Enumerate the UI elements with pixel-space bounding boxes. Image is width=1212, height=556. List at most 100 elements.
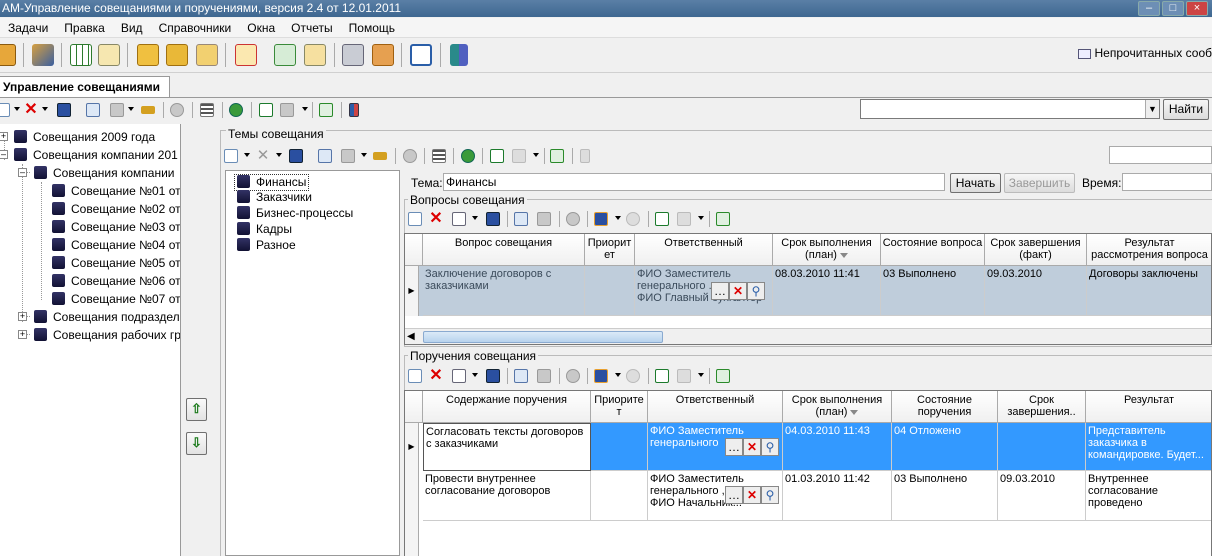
start-button[interactable]: Начать (950, 173, 1001, 193)
grid-corner[interactable] (405, 391, 423, 423)
minimize-button[interactable]: – (1138, 1, 1160, 16)
col-question[interactable]: Вопрос совещания (423, 234, 585, 266)
col-content[interactable]: Содержание поручения (423, 391, 591, 423)
move-up-button[interactable]: ⇧ (186, 398, 207, 421)
col-plan-date[interactable]: Срок выполнения (план) (773, 234, 881, 266)
paste-icon[interactable] (110, 103, 124, 117)
tree-node[interactable]: Совещание №02 от (52, 200, 180, 218)
paste-icon[interactable] (341, 149, 355, 163)
save-as-icon[interactable] (594, 212, 608, 226)
refresh-icon[interactable] (319, 103, 333, 117)
unread-messages[interactable]: Непрочитанных сооб (1077, 46, 1212, 60)
excel-icon[interactable] (259, 103, 273, 117)
tree-node[interactable]: Совещание №01 от (52, 182, 180, 200)
list-icon[interactable] (432, 149, 446, 163)
close-button[interactable]: × (1186, 1, 1208, 16)
exit-door-icon[interactable] (450, 44, 468, 66)
row-indicator[interactable]: ▶ (405, 423, 419, 471)
save-icon[interactable] (486, 369, 500, 383)
new-icon[interactable] (0, 103, 10, 117)
table-icon[interactable] (70, 44, 92, 66)
col-result[interactable]: Результат (1086, 391, 1211, 423)
calendar-icon[interactable] (235, 44, 257, 66)
col-fact-date[interactable]: Срок завершения.. (998, 391, 1086, 423)
cell-content[interactable]: Согласовать тексты договоров с заказчика… (423, 423, 591, 471)
menu-tasks[interactable]: Задачи (0, 18, 56, 38)
sync-icon[interactable] (274, 44, 296, 66)
cell-result[interactable]: Договоры заключены (1087, 266, 1211, 316)
search-input[interactable] (860, 99, 1160, 119)
questions-hscroll[interactable]: ◀ (405, 328, 1211, 344)
ellipsis-button[interactable]: … (725, 438, 743, 456)
cell-result[interactable]: Представитель заказчика в командировке. … (1086, 423, 1211, 471)
copy-icon[interactable] (318, 149, 332, 163)
tree-node[interactable]: Совещание №05 от (52, 254, 180, 272)
new-icon[interactable] (408, 369, 422, 383)
delete-icon[interactable]: ✕ (429, 211, 443, 227)
cell-state[interactable]: 03 Выполнено (892, 471, 998, 521)
edit-doc-icon[interactable] (304, 44, 326, 66)
copy-icon[interactable] (86, 103, 100, 117)
topic-item[interactable]: Бизнес-процессы (234, 206, 353, 221)
approve-icon[interactable] (461, 149, 475, 163)
row-indicator[interactable]: ▶ (405, 266, 419, 316)
approve-icon[interactable] (626, 369, 640, 383)
tree-node[interactable]: Совещание №07 от (52, 290, 180, 308)
cell-fact-date[interactable] (998, 423, 1086, 471)
key-icon[interactable] (373, 152, 387, 160)
undo-icon[interactable] (566, 212, 580, 226)
tasks-icon[interactable] (0, 44, 16, 66)
time-input[interactable] (1122, 173, 1212, 191)
excel-icon[interactable] (490, 149, 504, 163)
edit-icon[interactable] (452, 212, 466, 226)
search-doc-icon[interactable] (98, 44, 120, 66)
folders-icon[interactable] (166, 44, 188, 66)
maximize-button[interactable]: □ (1162, 1, 1184, 16)
magnifier-icon[interactable]: ⚲ (761, 486, 779, 504)
copy-icon[interactable] (514, 212, 528, 226)
theme-input[interactable]: Финансы (443, 173, 945, 191)
undo-icon[interactable] (170, 103, 184, 117)
printer-icon[interactable] (342, 44, 364, 66)
list-icon[interactable] (200, 103, 214, 117)
excel-icon[interactable] (655, 369, 669, 383)
table-row[interactable]: Заключение договоров с заказчиками ФИО З… (419, 266, 1211, 316)
exit-icon[interactable] (349, 103, 359, 117)
menu-help[interactable]: Помощь (341, 18, 403, 38)
topics-search-input[interactable] (1109, 146, 1212, 164)
save-icon[interactable] (57, 103, 71, 117)
cell-priority[interactable] (585, 266, 635, 316)
approve-icon[interactable] (229, 103, 243, 117)
print-icon[interactable] (677, 212, 691, 226)
cell-content[interactable]: Провести внутреннее согласование договор… (423, 471, 591, 521)
folder-icon[interactable] (137, 44, 159, 66)
clear-icon[interactable]: ✕ (743, 486, 761, 504)
table-row[interactable]: Согласовать тексты договоров с заказчика… (419, 423, 1211, 471)
hscroll-thumb[interactable] (423, 331, 663, 343)
scroll-left-icon[interactable]: ◀ (407, 331, 415, 342)
refresh-icon[interactable] (716, 369, 730, 383)
save-icon[interactable] (486, 212, 500, 226)
exit-icon[interactable] (580, 149, 590, 163)
cell-plan-date[interactable]: 08.03.2010 11:41 (773, 266, 881, 316)
print-icon[interactable] (280, 103, 294, 117)
col-state[interactable]: Состояние вопроса (881, 234, 985, 266)
network-icon[interactable] (372, 44, 394, 66)
menu-references[interactable]: Справочники (151, 18, 240, 38)
topic-item[interactable]: Финансы (234, 174, 310, 191)
print-icon[interactable] (512, 149, 526, 163)
delete-icon[interactable]: ✕ (24, 102, 38, 118)
clear-icon[interactable]: ✕ (729, 282, 747, 300)
cell-fact-date[interactable]: 09.03.2010 (985, 266, 1087, 316)
col-responsible[interactable]: Ответственный (635, 234, 773, 266)
cell-fact-date[interactable]: 09.03.2010 (998, 471, 1086, 521)
move-down-button[interactable]: ⇩ (186, 432, 207, 455)
topic-item[interactable]: Заказчики (234, 190, 312, 205)
col-plan-date[interactable]: Срок выполнения (план) (783, 391, 892, 423)
col-responsible[interactable]: Ответственный (648, 391, 783, 423)
cell-priority[interactable] (591, 423, 648, 471)
ellipsis-button[interactable]: … (711, 282, 729, 300)
save-icon[interactable] (289, 149, 303, 163)
cell-state[interactable]: 04 Отложено (892, 423, 998, 471)
new-icon[interactable] (224, 149, 238, 163)
